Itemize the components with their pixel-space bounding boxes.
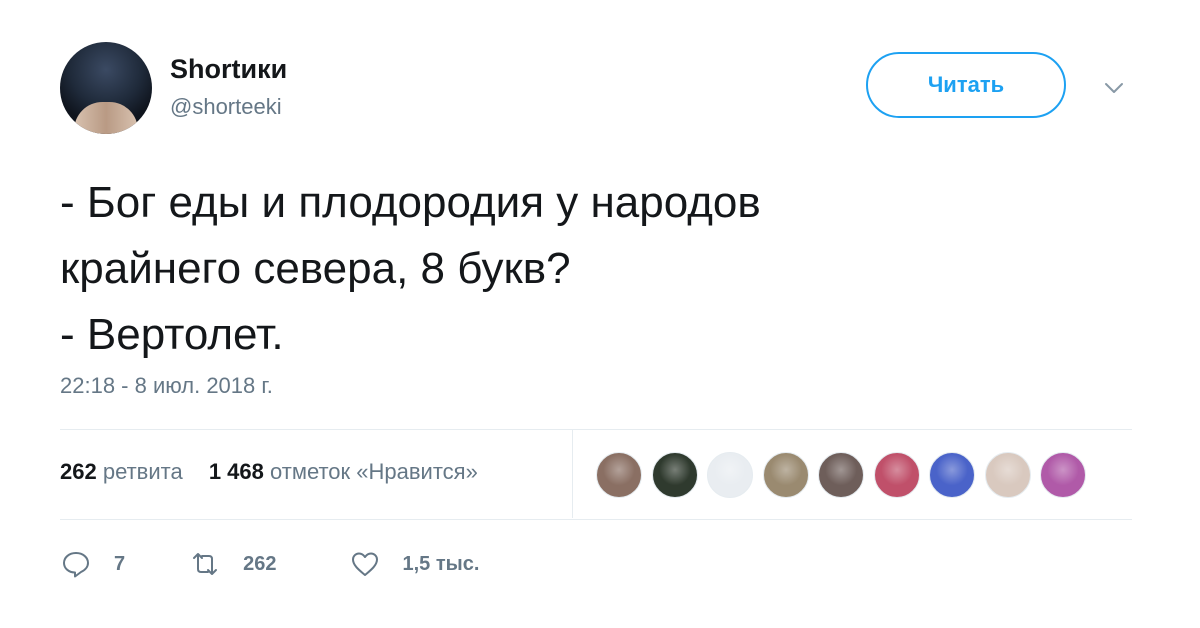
retweets-label: ретвита: [102, 459, 183, 484]
liker-avatar[interactable]: [818, 452, 864, 498]
tweet-timestamp[interactable]: 22:18 - 8 июл. 2018 г.: [60, 373, 273, 399]
retweet-icon: [193, 553, 218, 575]
like-count: 1,5 тыс.: [402, 552, 480, 575]
follow-button[interactable]: Читать: [866, 52, 1066, 118]
tweet-line: - Бог еды и плодородия у народов: [60, 178, 761, 227]
retweet-button[interactable]: 262: [189, 548, 277, 580]
tweet-line: - Вертолет.: [60, 310, 284, 359]
liker-avatar[interactable]: [707, 452, 753, 498]
avatar[interactable]: [60, 42, 152, 134]
liker-avatar[interactable]: [651, 452, 698, 498]
chevron-down-icon[interactable]: [1102, 76, 1126, 100]
likers-avatars: [596, 452, 1096, 498]
tweet-line: крайнего севера, 8 букв?: [60, 244, 571, 293]
liker-avatar[interactable]: [762, 452, 809, 498]
likes-count: 1 468: [208, 459, 264, 484]
liker-avatar[interactable]: [929, 452, 975, 498]
reply-count: 7: [114, 552, 126, 575]
reply-icon: [63, 552, 89, 578]
divider: [572, 430, 573, 518]
retweets-count: 262: [60, 459, 97, 484]
tweet-text: - Бог еды и плодородия у народов крайнег…: [60, 170, 1140, 368]
divider: [60, 519, 1132, 520]
liker-avatar[interactable]: [984, 452, 1031, 498]
reply-button[interactable]: 7: [60, 548, 125, 580]
liker-avatar[interactable]: [596, 452, 642, 498]
display-name[interactable]: Shortики: [170, 54, 287, 85]
likes-label: отметок «Нравится»: [270, 459, 478, 484]
user-handle[interactable]: @shorteeki: [170, 94, 282, 120]
liker-avatar[interactable]: [873, 452, 920, 498]
heart-icon: [351, 552, 378, 576]
tweet-actions: 7 262 1,5 тыс.: [60, 548, 479, 580]
liker-avatar[interactable]: [1040, 452, 1086, 498]
like-button[interactable]: 1,5 тыс.: [349, 548, 480, 580]
tweet-stats: 262 ретвита 1 468 отметок «Нравится»: [60, 459, 478, 485]
likes-stat[interactable]: 1 468 отметок «Нравится»: [209, 459, 478, 484]
divider: [60, 429, 1132, 430]
retweet-count: 262: [243, 552, 277, 575]
retweets-stat[interactable]: 262 ретвита: [60, 459, 183, 484]
